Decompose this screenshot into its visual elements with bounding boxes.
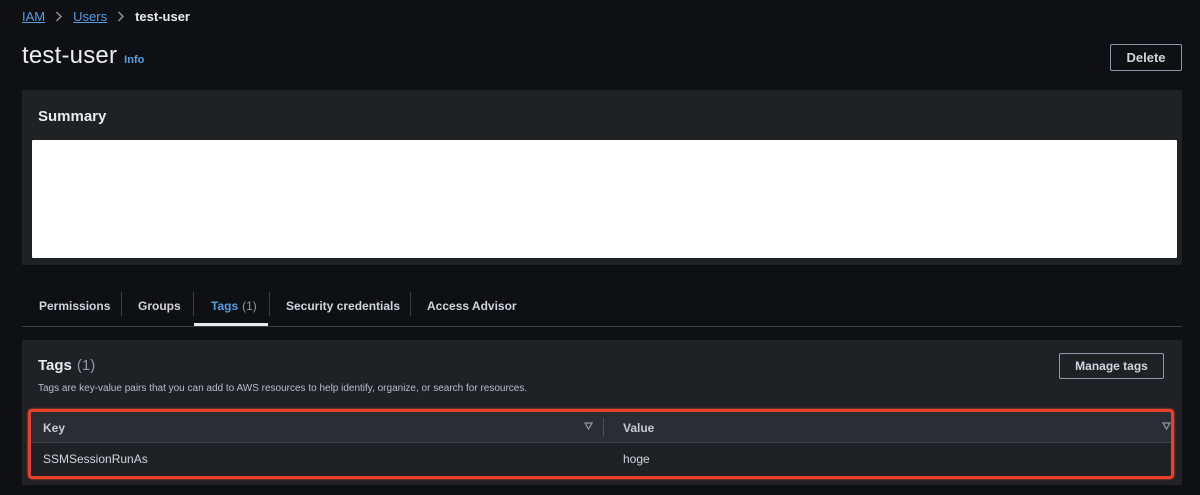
info-link[interactable]: Info [124, 54, 144, 66]
column-header-label: Value [623, 420, 655, 435]
summary-title: Summary [38, 108, 107, 125]
tags-title: Tags [38, 357, 72, 374]
page-header: test-user Info [22, 42, 144, 70]
tab-divider [410, 292, 411, 316]
tags-header: Tags (1) [38, 357, 95, 374]
tab-access-advisor[interactable]: Access Advisor [427, 285, 517, 326]
active-tab-indicator [194, 323, 268, 326]
breadcrumb-current: test-user [135, 9, 190, 24]
tab-label: Tags [211, 298, 239, 313]
breadcrumb-iam-link[interactable]: IAM [22, 9, 45, 24]
manage-tags-button[interactable]: Manage tags [1059, 353, 1164, 379]
tab-count: (1) [242, 298, 257, 313]
chevron-right-icon [55, 11, 63, 22]
sort-caret-icon[interactable] [1161, 422, 1172, 432]
column-header-label: Key [43, 420, 66, 435]
tab-label: Access Advisor [427, 298, 517, 313]
column-divider [603, 418, 604, 437]
tags-panel: Tags (1) Tags are key-value pairs that y… [22, 340, 1182, 485]
tab-divider [193, 292, 194, 316]
delete-button[interactable]: Delete [1110, 44, 1182, 71]
breadcrumb-users-link[interactable]: Users [73, 9, 107, 24]
table-header: Key Value [31, 412, 1172, 443]
tab-tags[interactable]: Tags (1) [211, 285, 257, 326]
tab-security-credentials[interactable]: Security credentials [286, 285, 400, 326]
tags-count: (1) [76, 357, 96, 374]
tab-groups[interactable]: Groups [138, 285, 181, 326]
tag-key-cell: SSMSessionRunAs [43, 452, 148, 466]
page-title: test-user [22, 42, 118, 69]
tab-label: Permissions [39, 298, 111, 313]
tags-table: Key Value SSMSessionRunAs hoge [28, 409, 1174, 479]
column-header-value[interactable]: Value [623, 412, 654, 443]
tab-divider [121, 292, 122, 316]
tab-bar: Permissions Groups Tags (1) Security cre… [22, 285, 1182, 327]
table-row: SSMSessionRunAs hoge [31, 443, 1171, 475]
column-header-key[interactable]: Key [43, 412, 65, 443]
tab-label: Groups [138, 298, 181, 313]
sort-caret-icon[interactable] [583, 422, 594, 432]
tag-value-cell: hoge [623, 452, 650, 466]
tab-label: Security credentials [286, 298, 401, 313]
summary-panel: Summary [22, 90, 1182, 265]
breadcrumb: IAM Users test-user [22, 9, 190, 24]
tab-divider [269, 292, 270, 316]
redacted-region [32, 140, 1177, 258]
chevron-right-icon [117, 11, 125, 22]
tab-permissions[interactable]: Permissions [39, 285, 110, 326]
tags-description: Tags are key-value pairs that you can ad… [38, 383, 528, 394]
